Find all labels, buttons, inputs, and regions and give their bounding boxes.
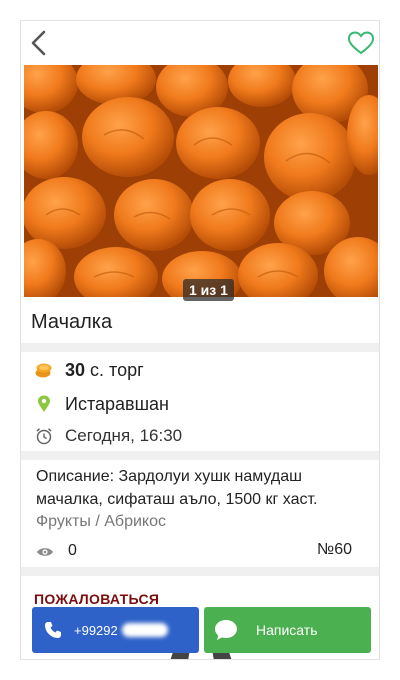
eye-icon <box>36 545 54 557</box>
hidden-number-mask <box>121 623 168 637</box>
price-value: 30 <box>65 359 86 380</box>
write-label: Написать <box>256 622 318 638</box>
complain-link[interactable]: ПОЖАЛОВАТЬСЯ <box>34 591 159 607</box>
back-button[interactable] <box>27 29 53 57</box>
listing-card: 1 из 1 Мачалка 30 с. торг Истаравшан Сег… <box>20 20 380 660</box>
location-row: Истаравшан <box>35 391 169 417</box>
call-button[interactable]: +99292 <box>32 607 199 653</box>
favorite-button[interactable] <box>347 30 375 56</box>
views-count: 0 <box>68 542 77 559</box>
listing-description: Описание: Зардолуи хушк намудаш мачалка,… <box>36 468 318 508</box>
divider <box>21 451 379 460</box>
write-message-button[interactable]: Написать <box>204 607 371 653</box>
chat-bubble-icon <box>214 619 238 641</box>
phone-number: +99292 <box>74 622 118 638</box>
heart-outline-icon <box>347 31 375 55</box>
image-counter: 1 из 1 <box>183 279 234 301</box>
views-counter: 0 <box>36 541 77 561</box>
location-text: Истаравшан <box>65 393 169 414</box>
listing-category[interactable]: Фрукты / Абрикос <box>36 513 166 531</box>
phone-icon <box>44 621 62 639</box>
chevron-left-icon <box>31 30 46 56</box>
listing-title: Мачалка <box>31 311 113 333</box>
top-bar <box>21 21 379 65</box>
alarm-clock-icon <box>35 427 53 445</box>
ad-number: №60 <box>317 541 352 558</box>
price-suffix: с. торг <box>90 359 144 380</box>
posted-time: Сегодня, 16:30 <box>65 426 183 445</box>
divider <box>21 343 379 352</box>
listing-photo[interactable] <box>24 65 378 297</box>
price-row: 30 с. торг <box>35 357 144 383</box>
coins-icon <box>35 361 53 379</box>
dried-apricots-image <box>24 65 378 297</box>
divider <box>21 567 379 576</box>
map-pin-icon <box>35 395 53 413</box>
posted-row: Сегодня, 16:30 <box>35 423 182 449</box>
